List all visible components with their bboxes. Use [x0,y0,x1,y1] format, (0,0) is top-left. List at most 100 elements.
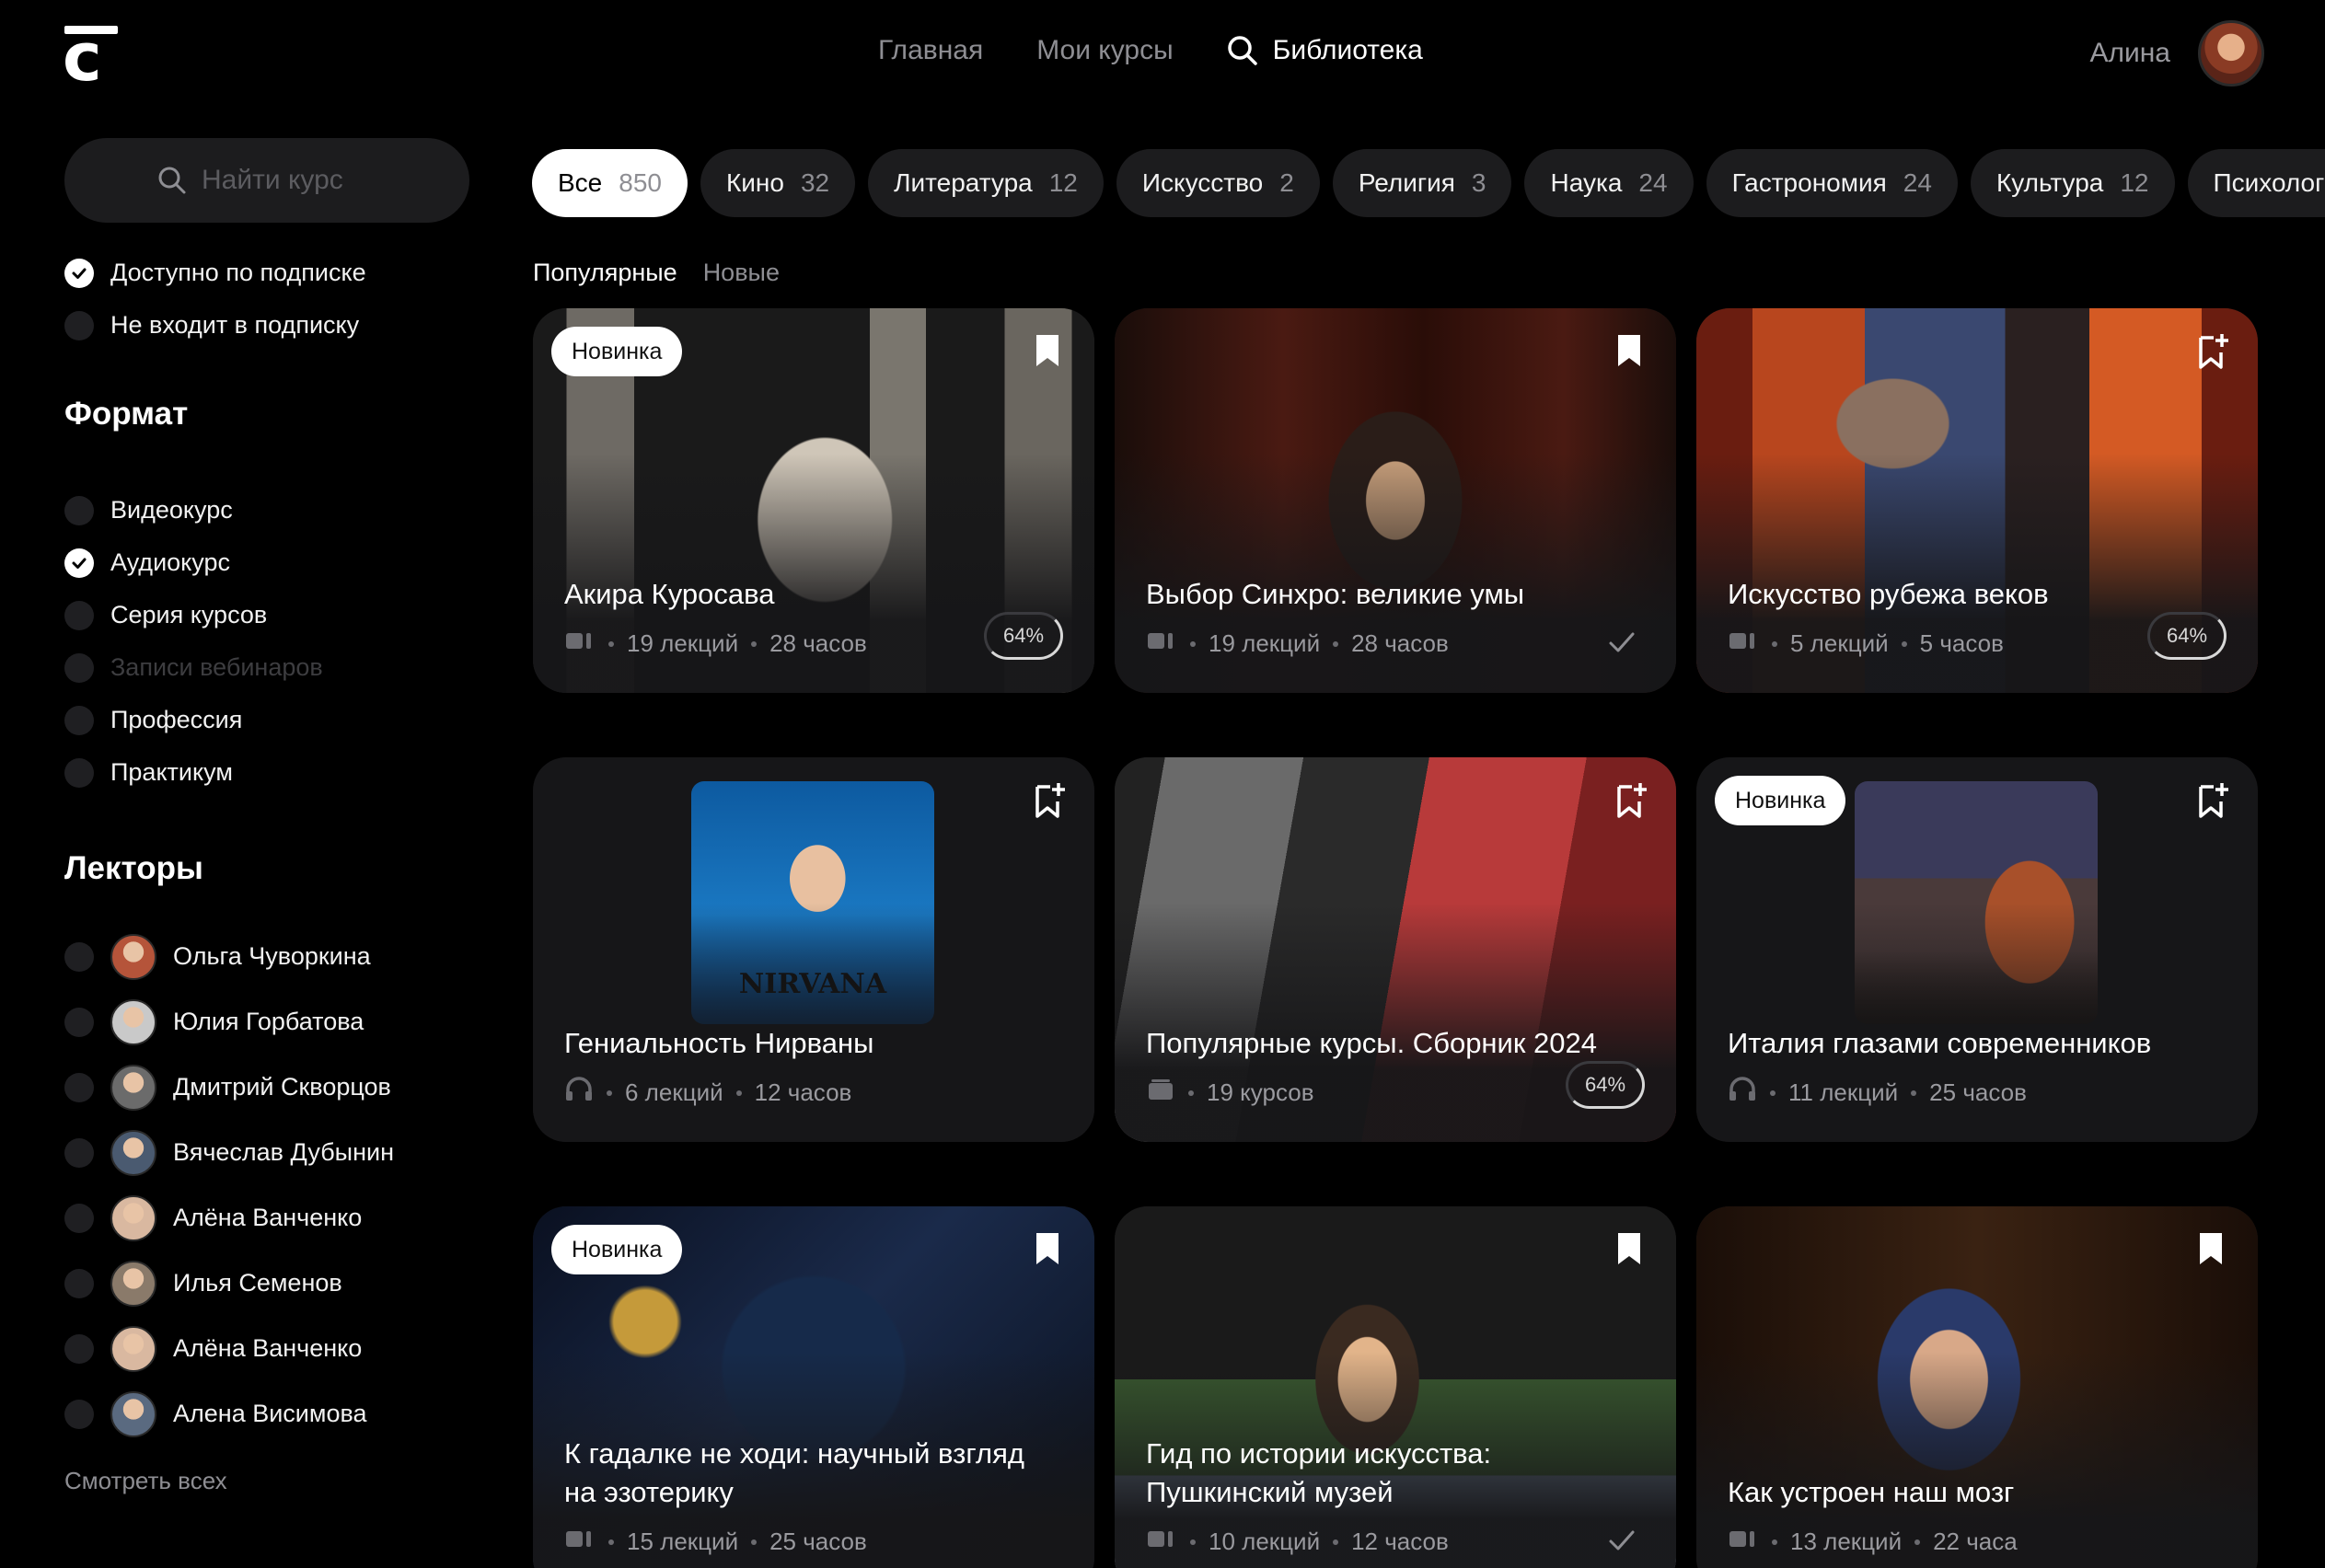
bookmark-icon[interactable] [1615,332,1648,371]
completed-check-icon [1608,628,1636,656]
course-meta: 10 лекций 12 часов [1146,1526,1449,1558]
course-title: Акира Куросава [564,578,775,610]
course-card[interactable]: Новинка Италия глазами современников 11 ле… [1696,757,2258,1142]
duration: 22 часа [1933,1528,2018,1555]
lecturer-item[interactable]: Вячеслав Дубынин [64,1120,469,1185]
format-option[interactable]: Аудиокурс [64,536,469,589]
course-title: Италия глазами современников [1728,1027,2152,1059]
checkbox[interactable] [64,548,94,578]
meta-separator [1333,1539,1339,1545]
checkbox[interactable] [64,1203,94,1233]
see-all-lecturers-link[interactable]: Смотреть всех [64,1467,469,1495]
checkbox[interactable] [64,1333,94,1364]
user-name: Алина [2089,38,2170,68]
nav-my-courses[interactable]: Мои курсы [1036,35,1173,66]
course-card[interactable]: Как устроен наш мозг 13 лекций 22 часа [1696,1206,2258,1568]
meta-separator [751,640,758,647]
format-option[interactable]: Видеокурс [64,484,469,536]
user-avatar[interactable] [2198,20,2264,86]
checkbox[interactable] [64,941,94,972]
category-chip[interactable]: Психология [2187,149,2325,217]
lecturer-name: Алёна Ванченко [173,1334,363,1362]
course-card[interactable]: Новинка К гадалке не ходи: научный взгляд… [533,1206,1094,1568]
category-chip[interactable]: Наука 24 [1524,149,1694,217]
course-card[interactable]: Популярные курсы. Сборник 2024 19 курсов 6… [1115,757,1676,1142]
course-search[interactable] [64,138,469,223]
category-chip[interactable]: Культура 12 [1970,149,2175,217]
checkbox[interactable] [64,1399,94,1429]
format-option[interactable]: Практикум [64,746,469,799]
checkbox-label: Профессия [110,706,243,733]
checkbox-label: Аудиокурс [110,548,230,576]
category-chip[interactable]: Религия 3 [1332,149,1512,217]
bookmark-icon[interactable] [2197,1230,2230,1269]
chip-label: Наука [1550,168,1623,197]
nav-home[interactable]: Главная [878,35,983,66]
bookmark-icon[interactable] [1034,1230,1067,1269]
nav-library[interactable]: Библиотека [1227,35,1423,66]
lecturer-avatar [110,998,156,1045]
course-card[interactable]: NIRVANAГениальность Нирваны6 лекций12 ча… [533,757,1094,1142]
lecturer-item[interactable]: Дмитрий Скворцов [64,1055,469,1120]
new-badge: Новинка [1715,776,1846,825]
format-option[interactable]: Профессия [64,694,469,746]
checkbox [64,652,94,683]
sort-new-tab[interactable]: Новые [703,259,780,287]
lecturers-heading: Лекторы [64,850,203,886]
category-chip[interactable]: Искусство 2 [1116,149,1320,217]
user-menu[interactable]: Алина [2089,20,2264,86]
chip-count: 850 [619,168,662,197]
bookmark-icon[interactable] [1034,332,1067,371]
category-chip[interactable]: Все 850 [532,149,688,217]
chip-label: Искусство [1141,168,1264,197]
bookmark-add-icon[interactable] [2197,781,2230,820]
category-chip[interactable]: Кино 32 [700,149,856,217]
lecture-count: 13 лекций [1790,1528,1903,1555]
course-card[interactable]: Гид по истории искусства: Пушкинский муз… [1115,1206,1676,1568]
subscription-filter: Доступно по подписке Не входит в подписку [64,247,469,352]
checkbox[interactable] [64,1007,94,1037]
checkbox[interactable] [64,705,94,735]
checkbox[interactable] [64,1268,94,1298]
meta-separator [1772,640,1777,647]
lecturer-item[interactable]: Алёна Ванченко [64,1316,469,1381]
chip-count: 12 [2120,168,2149,197]
sort-tabs: Популярные Новые [533,259,780,287]
checkbox[interactable] [64,258,94,288]
checkbox[interactable] [64,600,94,630]
lecturer-item[interactable]: Алена Висимова [64,1381,469,1447]
nav-library-label: Библиотека [1272,35,1423,65]
category-chip[interactable]: Литература 12 [868,149,1104,217]
course-card[interactable]: Новинка Акира Куросава 19 лекций 28 часов 64… [533,308,1094,693]
course-meta: 19 курсов [1146,1077,1314,1109]
lecturer-item[interactable]: Алёна Ванченко [64,1185,469,1251]
bookmark-icon[interactable] [1615,1230,1648,1269]
chip-count: 3 [1471,168,1486,197]
search-input[interactable] [202,165,376,196]
meta-separator [1333,640,1339,647]
chip-label: Все [558,168,603,197]
lecturer-item[interactable]: Илья Семенов [64,1251,469,1316]
checkbox[interactable] [64,495,94,525]
format-option[interactable]: Серия курсов [64,589,469,641]
checkbox[interactable] [64,757,94,788]
checkbox[interactable] [64,1137,94,1168]
course-card[interactable]: Выбор Синхро: великие умы 19 лекций 28 час… [1115,308,1676,693]
checkbox[interactable] [64,310,94,340]
logo[interactable]: c [63,24,120,90]
chip-label: Культура [1995,168,2104,197]
course-card[interactable]: Искусство рубежа веков 5 лекций 5 часов 64% [1696,308,2258,693]
meta-separator [608,1539,614,1545]
checkbox[interactable] [64,1072,94,1102]
audio-format-icon [1728,1077,1757,1109]
subscription-option[interactable]: Не входит в подписку [64,299,469,352]
bookmark-add-icon[interactable] [1034,781,1067,820]
subscription-option[interactable]: Доступно по подписке [64,247,469,299]
bookmark-add-icon[interactable] [2197,332,2230,371]
sort-popular-tab[interactable]: Популярные [533,259,677,287]
bookmark-add-icon[interactable] [1615,781,1648,820]
lecturer-item[interactable]: Ольга Чуворкина [64,924,469,989]
category-chip[interactable]: Гастрономия 24 [1706,149,1958,217]
chip-label: Литература [894,168,1033,197]
lecturer-item[interactable]: Юлия Горбатова [64,989,469,1055]
